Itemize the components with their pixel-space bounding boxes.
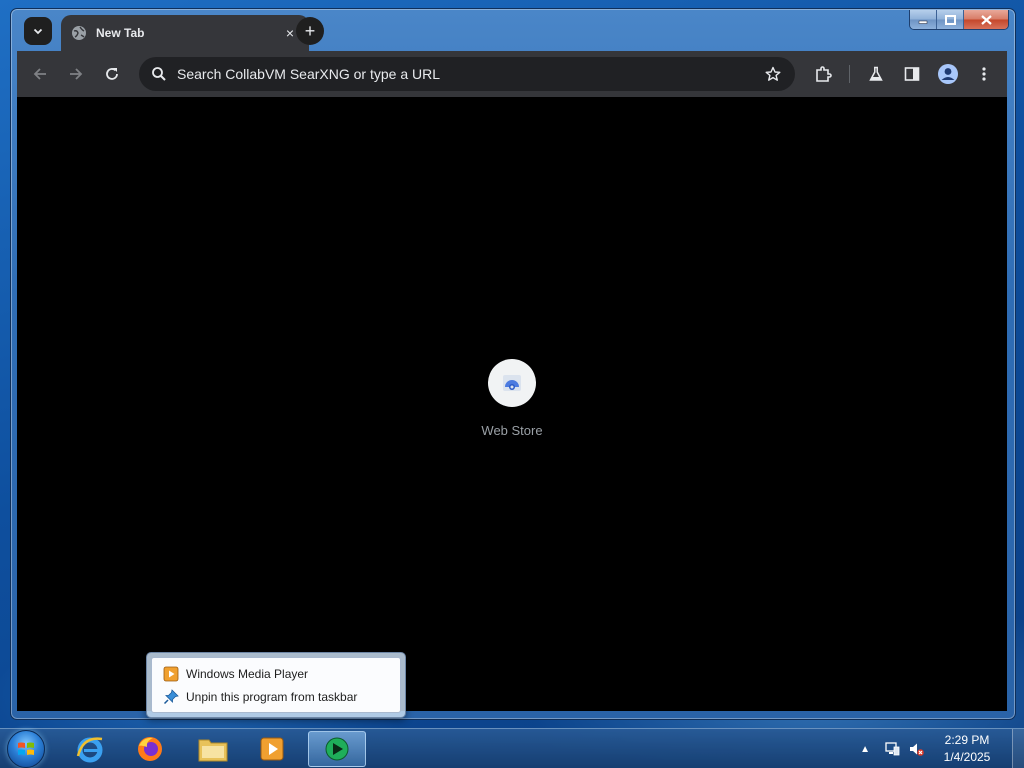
shortcut-icon-circle xyxy=(488,359,536,407)
address-input[interactable] xyxy=(177,66,761,82)
jump-list-item-unpin[interactable]: Unpin this program from taskbar xyxy=(152,685,400,708)
taskbar-explorer[interactable] xyxy=(186,731,240,767)
bookmark-button[interactable] xyxy=(761,62,785,86)
side-panel-button[interactable] xyxy=(900,62,924,86)
arrow-left-icon xyxy=(33,68,46,80)
windows-logo-icon xyxy=(18,742,34,755)
browser-toolbar xyxy=(17,51,1007,97)
search-icon xyxy=(152,67,166,81)
unpin-icon xyxy=(163,688,179,704)
labs-button[interactable] xyxy=(864,62,888,86)
system-clock[interactable]: 2:29 PM 1/4/2025 xyxy=(932,732,1002,766)
volume-muted-icon[interactable] xyxy=(908,741,924,757)
new-tab-page: Web Store xyxy=(17,97,1007,711)
taskbar: ▲ 2:29 PM 1/4/2025 xyxy=(0,728,1024,768)
toolbar-divider xyxy=(849,65,850,83)
forward-button[interactable] xyxy=(64,62,88,86)
show-desktop-button[interactable] xyxy=(1012,729,1024,768)
chevron-down-icon xyxy=(33,28,43,35)
arrow-right-icon xyxy=(70,68,83,80)
jump-list-panel: Windows Media Player Unpin this program … xyxy=(151,657,401,713)
back-button[interactable] xyxy=(28,62,52,86)
reload-button[interactable] xyxy=(100,62,124,86)
reload-icon xyxy=(106,68,118,80)
new-tab-button[interactable]: + xyxy=(296,17,324,45)
taskbar-internet-explorer[interactable] xyxy=(63,731,117,767)
jump-list-item-windows-media-player[interactable]: Windows Media Player xyxy=(152,662,400,685)
menu-button[interactable] xyxy=(972,62,996,86)
shortcut-label: Web Store xyxy=(481,423,543,438)
puzzle-icon xyxy=(816,66,832,82)
clock-date: 1/4/2025 xyxy=(943,750,991,764)
tab-strip: New Tab × + xyxy=(17,13,1007,51)
extensions-button[interactable] xyxy=(811,62,835,86)
taskbar-active-app[interactable] xyxy=(308,731,366,767)
web-store-icon xyxy=(503,375,521,391)
star-icon xyxy=(765,66,781,81)
jump-list-item-label: Unpin this program from taskbar xyxy=(186,689,358,704)
ie-icon xyxy=(76,737,103,763)
media-center-icon xyxy=(325,737,349,761)
shortcut-web-store[interactable]: Web Store xyxy=(468,359,556,443)
clock-time: 2:29 PM xyxy=(944,733,990,747)
taskbar-firefox[interactable] xyxy=(123,731,177,767)
address-bar[interactable] xyxy=(139,57,795,91)
tab-search-button[interactable] xyxy=(24,17,52,45)
folder-icon xyxy=(198,739,228,762)
profile-button[interactable] xyxy=(936,62,960,86)
flask-icon xyxy=(869,66,883,81)
network-icon[interactable] xyxy=(884,741,900,757)
taskbar-media-player[interactable] xyxy=(245,731,299,767)
start-button[interactable] xyxy=(7,730,45,768)
taskbar-jump-list: Windows Media Player Unpin this program … xyxy=(146,652,406,718)
system-tray: ▲ 2:29 PM 1/4/2025 xyxy=(860,729,1024,768)
tray-overflow-button[interactable]: ▲ xyxy=(860,744,870,755)
tab-title: New Tab xyxy=(96,26,145,40)
profile-icon xyxy=(938,64,958,84)
globe-icon xyxy=(72,26,86,40)
firefox-icon xyxy=(138,737,162,761)
media-player-icon xyxy=(163,666,179,681)
side-panel-icon xyxy=(904,67,920,81)
kebab-menu-icon xyxy=(982,67,986,81)
media-player-icon xyxy=(260,737,284,761)
tab-new-tab[interactable]: New Tab × xyxy=(61,15,309,51)
jump-list-item-label: Windows Media Player xyxy=(186,666,309,681)
